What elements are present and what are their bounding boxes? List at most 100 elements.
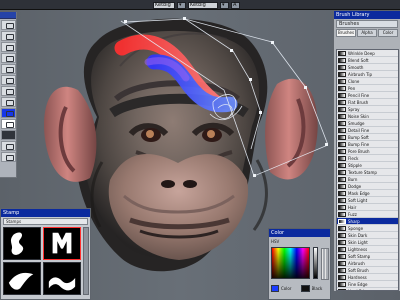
secondary-color-icon[interactable]: [1, 119, 16, 129]
tab-brushes[interactable]: Brushes: [336, 29, 356, 37]
brush-preview-icon: [338, 141, 346, 147]
brush-list-item[interactable]: Skin Light: [337, 239, 398, 246]
brush-tool-icon[interactable]: [1, 53, 16, 63]
brush-list-item[interactable]: Sharp: [337, 218, 398, 225]
brush-list-label: Lightness: [348, 246, 368, 252]
brush-list-label: Sharp: [348, 218, 360, 224]
brush-list-label: Hard Edge: [348, 288, 369, 291]
brush-list-item[interactable]: Blend Soft: [337, 57, 398, 64]
brush-preview-icon: [338, 113, 346, 119]
brush-list-item[interactable]: Spray: [337, 106, 398, 113]
brush-list-item[interactable]: Pore Brush: [337, 148, 398, 155]
brush-list-item[interactable]: Detail Fine: [337, 127, 398, 134]
color-panel-title: Color: [269, 229, 330, 237]
brush-preview-icon: [338, 253, 346, 259]
color-sliders[interactable]: [321, 248, 329, 280]
clone-tool-icon[interactable]: [1, 97, 16, 107]
brush-list-item[interactable]: Wrinkle Deep: [337, 50, 398, 57]
brightness-slider[interactable]: [313, 247, 318, 279]
brush-preview-icon: [338, 197, 346, 203]
stamp-thumbnail[interactable]: [43, 262, 81, 295]
wave-stamp-icon: [48, 277, 76, 291]
brush-list-item[interactable]: Soft Light: [337, 197, 398, 204]
brush-preview-icon: [338, 267, 346, 273]
brush-library-panel: Brush Library Brushes Brushes Alpha Colo…: [333, 11, 400, 291]
brush-list-item[interactable]: Airbrush: [337, 260, 398, 267]
m-stamp-icon: [52, 232, 72, 254]
brush-list-label: Flat Brush: [348, 99, 369, 105]
brush-list-item[interactable]: Skin Dark: [337, 232, 398, 239]
secondary-color-swatch[interactable]: [300, 284, 310, 292]
eraser-tool-icon[interactable]: [1, 64, 16, 74]
primary-color-icon[interactable]: [1, 108, 16, 118]
brush-list-item[interactable]: Sponge: [337, 225, 398, 232]
brush-list-item[interactable]: Airbrush Tip: [337, 71, 398, 78]
brush-list-item[interactable]: Smooth: [337, 64, 398, 71]
brush-list-item[interactable]: Lightness: [337, 246, 398, 253]
brush-list-label: Smooth: [348, 64, 364, 70]
brush-list-item[interactable]: Soft Stamp: [337, 253, 398, 260]
brush-list-item[interactable]: Hardness: [337, 274, 398, 281]
brush-list-label: Hardness: [348, 274, 367, 280]
white-shape-stamp-icon: [10, 232, 24, 255]
tab-alpha[interactable]: Alpha: [357, 29, 377, 37]
brush-list-item[interactable]: Pen: [337, 85, 398, 92]
move-tool-icon[interactable]: [1, 20, 16, 30]
brush-preview-icon: [338, 260, 346, 266]
brush-list-item[interactable]: Soft Brush: [337, 267, 398, 274]
stamp-folder-field[interactable]: Stamps: [3, 218, 88, 225]
tab-color[interactable]: Color: [378, 29, 398, 37]
brush-list-item[interactable]: Burn: [337, 176, 398, 183]
stamp-thumbnail[interactable]: [3, 262, 41, 295]
brush-list-label: Sponge: [348, 225, 364, 231]
brush-preview-icon: [338, 78, 346, 84]
brush-list-item[interactable]: Fine Edge: [337, 281, 398, 288]
hand-tool-icon[interactable]: [1, 152, 16, 162]
color-spectrum[interactable]: [271, 247, 310, 279]
stamp-thumbnail[interactable]: [3, 227, 41, 260]
brush-list-label: Burn: [348, 176, 358, 182]
brush-list-item[interactable]: Flat Brush: [337, 99, 398, 106]
brush-list-item[interactable]: Hair: [337, 204, 398, 211]
brush-list-item[interactable]: Mask Edge: [337, 190, 398, 197]
brush-library-selector[interactable]: Brushes: [336, 20, 398, 28]
lasso-tool-icon[interactable]: [1, 42, 16, 52]
secondary-color-label: Black: [311, 285, 323, 291]
brush-list-item[interactable]: Stipple: [337, 162, 398, 169]
brush-list-label: Bump Soft: [348, 134, 369, 140]
zoom-tool-icon[interactable]: [1, 141, 16, 151]
brush-list-item[interactable]: Bump Fine: [337, 141, 398, 148]
brush-preview-icon: [338, 246, 346, 252]
color-swatch-row: Color Black: [271, 284, 329, 292]
brush-list-label: Pore Brush: [348, 148, 370, 154]
brush-preview-icon: [338, 64, 346, 70]
brush-list-label: Wrinkle Deep: [348, 50, 375, 56]
brush-list-item[interactable]: Bump Soft: [337, 134, 398, 141]
brush-list-item[interactable]: Smudge: [337, 120, 398, 127]
brush-list-label: Texture Stamp: [348, 169, 377, 175]
stamp-panel-title: Stamp: [1, 209, 90, 217]
brush-list-label: Dodge: [348, 183, 362, 189]
swap-color-icon[interactable]: [1, 130, 16, 140]
primary-color-swatch[interactable]: [271, 284, 279, 292]
brush-list[interactable]: Wrinkle Deep Blend Soft Smooth Airbrush Tip…: [336, 49, 399, 291]
brush-list-item[interactable]: Dodge: [337, 183, 398, 190]
tool-palette-header: [0, 12, 16, 19]
selection-tool-icon[interactable]: [1, 31, 16, 41]
brush-list-item[interactable]: Noise Skin: [337, 113, 398, 120]
brush-list-item[interactable]: Hard Edge: [337, 288, 398, 291]
brush-list-item[interactable]: Pencil Fine: [337, 92, 398, 99]
brush-list-item[interactable]: Clone: [337, 78, 398, 85]
brush-preview-icon: [338, 162, 346, 168]
stamp-scrollbar[interactable]: [83, 227, 89, 295]
brush-list-label: Soft Light: [348, 197, 368, 203]
brush-preview-icon: [338, 225, 346, 231]
brush-list-label: Pencil Fine: [348, 92, 370, 98]
brush-list-item[interactable]: Texture Stamp: [337, 169, 398, 176]
fill-tool-icon[interactable]: [1, 75, 16, 85]
brush-list-item[interactable]: Fleck: [337, 155, 398, 162]
brush-list-label: Skin Dark: [348, 232, 368, 238]
selected-stamp-thumbnail[interactable]: [43, 227, 81, 260]
gradient-tool-icon[interactable]: [1, 86, 16, 96]
brush-list-item[interactable]: Fuzz: [337, 211, 398, 218]
